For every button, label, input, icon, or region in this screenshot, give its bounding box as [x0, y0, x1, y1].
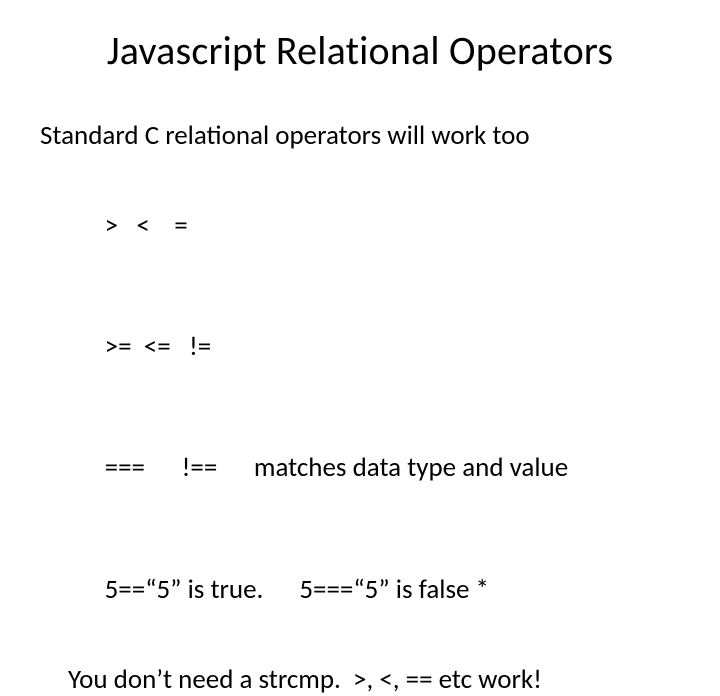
operators-row-2: >= <= != — [68, 300, 680, 393]
example-true: 5==“5” is true. — [105, 573, 264, 606]
slide-body: Standard C relational operators will wor… — [40, 120, 680, 695]
op-gte: >= — [105, 330, 132, 363]
op-eq: = — [174, 209, 187, 242]
strcmp-note: You don’t need a strcmp. >, <, == etc wo… — [68, 664, 680, 695]
op-lte: <= — [144, 330, 171, 363]
op-strict-eq: === — [105, 451, 145, 484]
op-gt: > — [105, 209, 118, 242]
op-lt: < — [136, 209, 149, 242]
example-row: 5==“5” is true. 5===“5” is false * — [68, 542, 680, 635]
slide: Javascript Relational Operators Standard… — [0, 0, 720, 540]
slide-title: Javascript Relational Operators — [0, 26, 720, 75]
intro-text: Standard C relational operators will wor… — [40, 120, 680, 151]
operators-row-3: === !== matches data type and value — [68, 421, 680, 514]
example-false: 5===“5” is false * — [299, 573, 489, 606]
strict-note: matches data type and value — [254, 451, 568, 484]
operators-row-1: > < = — [68, 179, 680, 272]
op-strict-neq: !== — [182, 451, 218, 484]
op-neq: != — [189, 330, 211, 363]
